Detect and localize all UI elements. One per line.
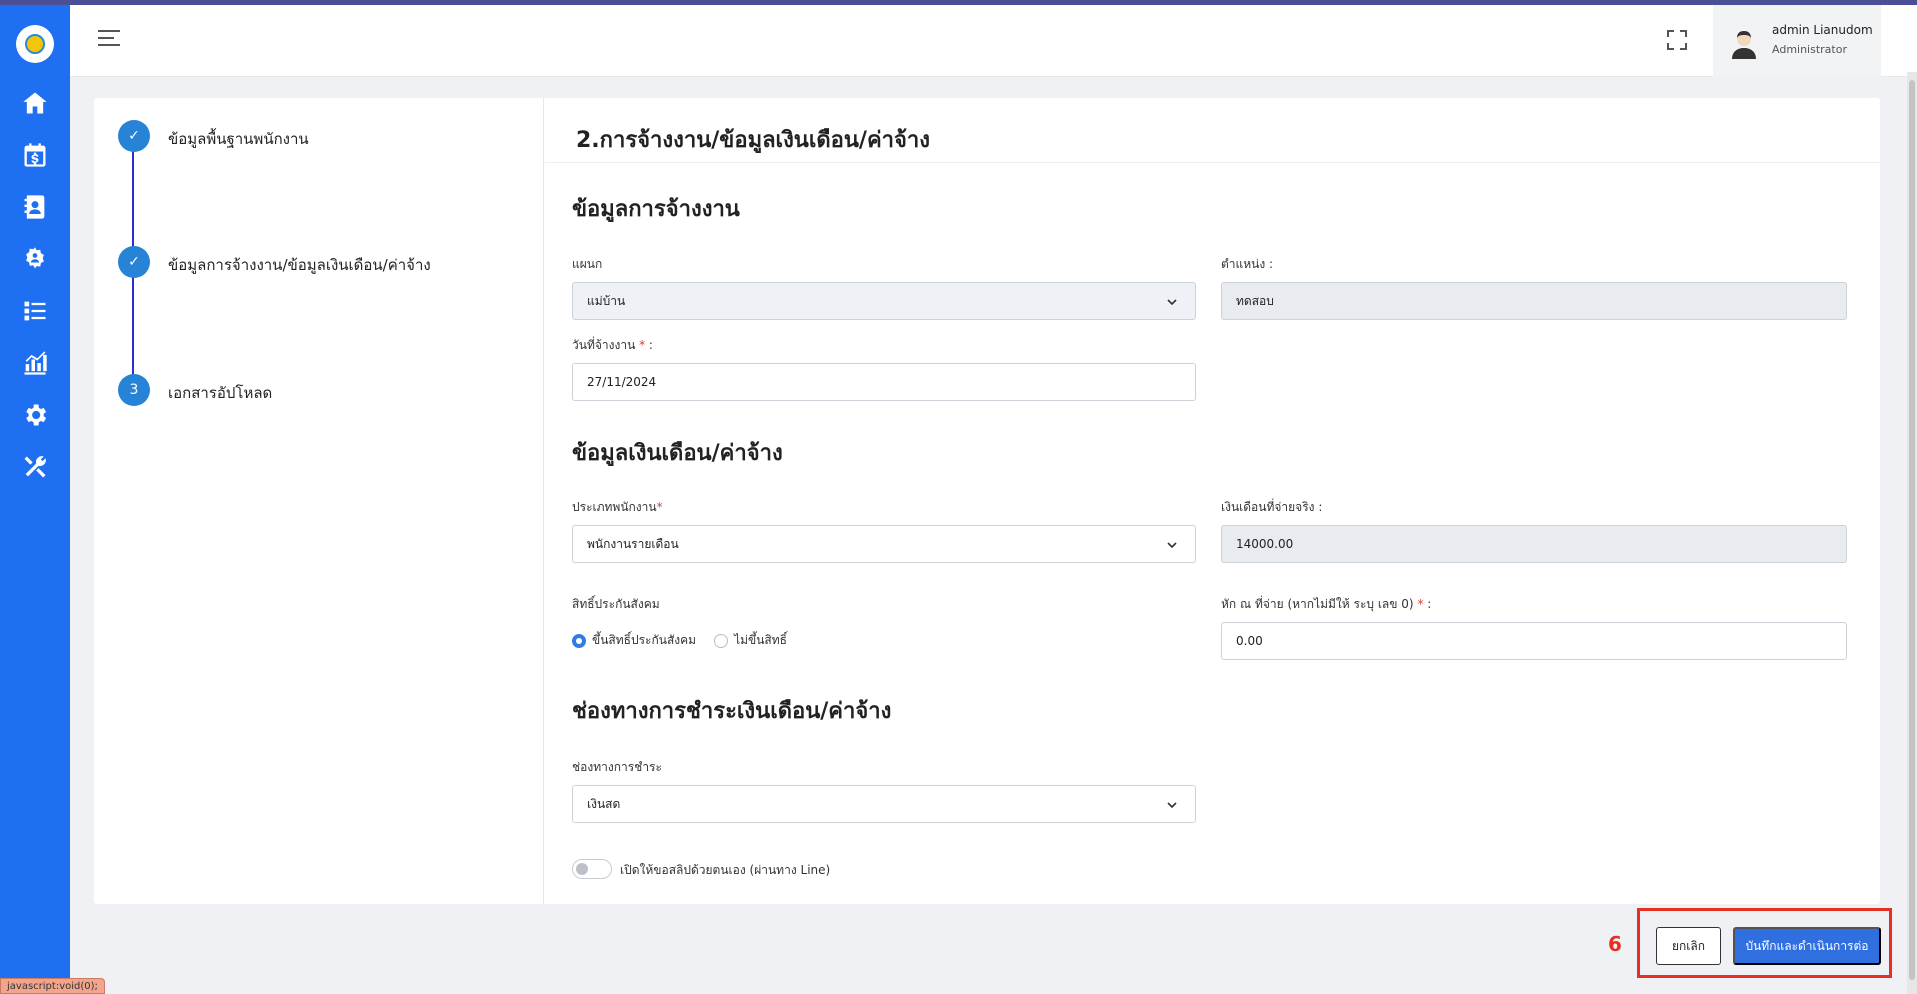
- social-security-not-enrolled-radio[interactable]: [714, 633, 729, 648]
- actual-salary-label: เงินเดือนที่จ่ายจริง :: [1221, 500, 1323, 514]
- step-basic-info[interactable]: ✓ ข้อมูลพื้นฐานพนักงาน: [118, 120, 518, 152]
- step-check-icon: ✓: [118, 120, 150, 152]
- step-number: 3: [118, 374, 150, 406]
- top-header: admin Lianudom Administrator: [70, 5, 1917, 77]
- department-label: แผนก: [572, 257, 603, 271]
- settings-gear-icon[interactable]: [19, 399, 51, 431]
- chevron-down-icon: [1167, 802, 1177, 809]
- hire-date-value: 27/11/2024: [587, 375, 657, 389]
- title-divider: [545, 162, 1880, 163]
- department-value: แม่บ้าน: [587, 293, 626, 308]
- chevron-down-icon: [1167, 299, 1177, 306]
- user-name: admin Lianudom: [1772, 23, 1873, 37]
- user-avatar-icon: [1732, 31, 1756, 59]
- withholding-input[interactable]: 0.00: [1221, 622, 1847, 660]
- withholding-value: 0.00: [1236, 634, 1263, 648]
- page-scrollbar-thumb[interactable]: [1909, 80, 1915, 980]
- employee-type-label-text: ประเภทพนักงาน: [572, 500, 657, 514]
- tools-icon[interactable]: [19, 451, 51, 483]
- position-value: ทดสอบ: [1236, 293, 1274, 308]
- actual-salary-value: 14000.00: [1236, 537, 1294, 551]
- user-role: Administrator: [1772, 43, 1847, 56]
- payment-section-title: ช่องทางการชำระเงินเดือน/ค่าจ้าง: [572, 699, 892, 724]
- step-label: ข้อมูลพื้นฐานพนักงาน: [168, 130, 309, 148]
- toggle-knob: [576, 863, 588, 875]
- payment-channel-label: ช่องทางการชำระ: [572, 760, 662, 774]
- payment-channel-value: เงินสด: [587, 796, 621, 811]
- form-title: 2.การจ้างงาน/ข้อมูลเงินเดือน/ค่าจ้าง: [576, 128, 930, 153]
- social-security-enrolled-radio[interactable]: [572, 633, 586, 648]
- withholding-label-text: หัก ณ ที่จ่าย (หากไม่มีให้ ระบุ เลข 0): [1221, 597, 1414, 611]
- employee-form-card: ✓ ข้อมูลพื้นฐานพนักงาน ✓ ข้อมูลการจ้างงา…: [94, 98, 1880, 904]
- step-employment-salary[interactable]: ✓ ข้อมูลการจ้างงาน/ข้อมูลเงินเดือน/ค่าจ้…: [118, 246, 518, 278]
- employee-type-select[interactable]: พนักงานรายเดือน: [572, 525, 1196, 563]
- hire-date-label-text: วันที่จ้างงาน: [572, 338, 636, 352]
- position-field: ทดสอบ: [1221, 282, 1847, 320]
- save-and-continue-button[interactable]: บันทึกและดำเนินการต่อ: [1733, 927, 1881, 965]
- self-slip-toggle[interactable]: [572, 859, 612, 879]
- logo-mark: [25, 34, 45, 54]
- department-select[interactable]: แม่บ้าน: [572, 282, 1196, 320]
- employee-type-label: ประเภทพนักงาน*: [572, 498, 663, 517]
- social-security-not-enrolled-label[interactable]: ไม่ขึ้นสิทธิ์: [734, 631, 787, 650]
- cancel-button[interactable]: ยกเลิก: [1656, 927, 1721, 965]
- label-suffix: :: [1423, 597, 1432, 611]
- employment-section-title: ข้อมูลการจ้างงาน: [572, 197, 740, 222]
- label-suffix: :: [645, 338, 653, 352]
- required-marker: *: [656, 500, 663, 514]
- hire-date-input[interactable]: 27/11/2024: [572, 363, 1196, 401]
- payroll-calendar-icon[interactable]: [19, 139, 51, 171]
- employee-type-value: พนักงานรายเดือน: [587, 536, 679, 551]
- position-label: ตำแหน่ง :: [1221, 257, 1274, 271]
- task-list-icon[interactable]: [19, 295, 51, 327]
- team-settings-icon[interactable]: [19, 243, 51, 275]
- employee-contact-icon[interactable]: [19, 191, 51, 223]
- self-slip-toggle-label: เปิดให้ขอสลิปด้วยตนเอง (ผ่านทาง Line): [620, 863, 831, 877]
- step-document-upload[interactable]: 3 เอกสารอัปโหลด: [118, 374, 518, 406]
- sidebar: [0, 5, 70, 994]
- hire-date-label: วันที่จ้างงาน * :: [572, 336, 653, 355]
- annotation-step-number: 6: [1608, 932, 1622, 956]
- report-chart-icon[interactable]: [19, 347, 51, 379]
- step-check-icon: ✓: [118, 246, 150, 278]
- stepper: ✓ ข้อมูลพื้นฐานพนักงาน ✓ ข้อมูลการจ้างงา…: [94, 98, 544, 904]
- step-label: เอกสารอัปโหลด: [168, 384, 273, 402]
- fullscreen-icon[interactable]: [1667, 30, 1687, 50]
- app-logo[interactable]: [16, 25, 54, 63]
- actual-salary-field: 14000.00: [1221, 525, 1847, 563]
- chevron-down-icon: [1167, 542, 1177, 549]
- menu-toggle-icon[interactable]: [98, 30, 120, 48]
- payment-channel-select[interactable]: เงินสด: [572, 785, 1196, 823]
- step-label: ข้อมูลการจ้างงาน/ข้อมูลเงินเดือน/ค่าจ้าง: [168, 256, 431, 274]
- status-link-preview: javascript:void(0);: [0, 978, 105, 994]
- user-menu[interactable]: admin Lianudom Administrator: [1713, 5, 1881, 77]
- salary-section-title: ข้อมูลเงินเดือน/ค่าจ้าง: [572, 441, 783, 466]
- social-security-enrolled-label[interactable]: ขึ้นสิทธิ์ประกันสังคม: [592, 631, 696, 650]
- form-area: 2.การจ้างงาน/ข้อมูลเงินเดือน/ค่าจ้าง ข้อ…: [545, 98, 1880, 904]
- withholding-label: หัก ณ ที่จ่าย (หากไม่มีให้ ระบุ เลข 0) *…: [1221, 595, 1431, 614]
- home-icon[interactable]: [19, 87, 51, 119]
- social-security-label: สิทธิ์ประกันสังคม: [572, 597, 660, 611]
- social-security-radio-group: ขึ้นสิทธิ์ประกันสังคม ไม่ขึ้นสิทธิ์: [572, 631, 805, 650]
